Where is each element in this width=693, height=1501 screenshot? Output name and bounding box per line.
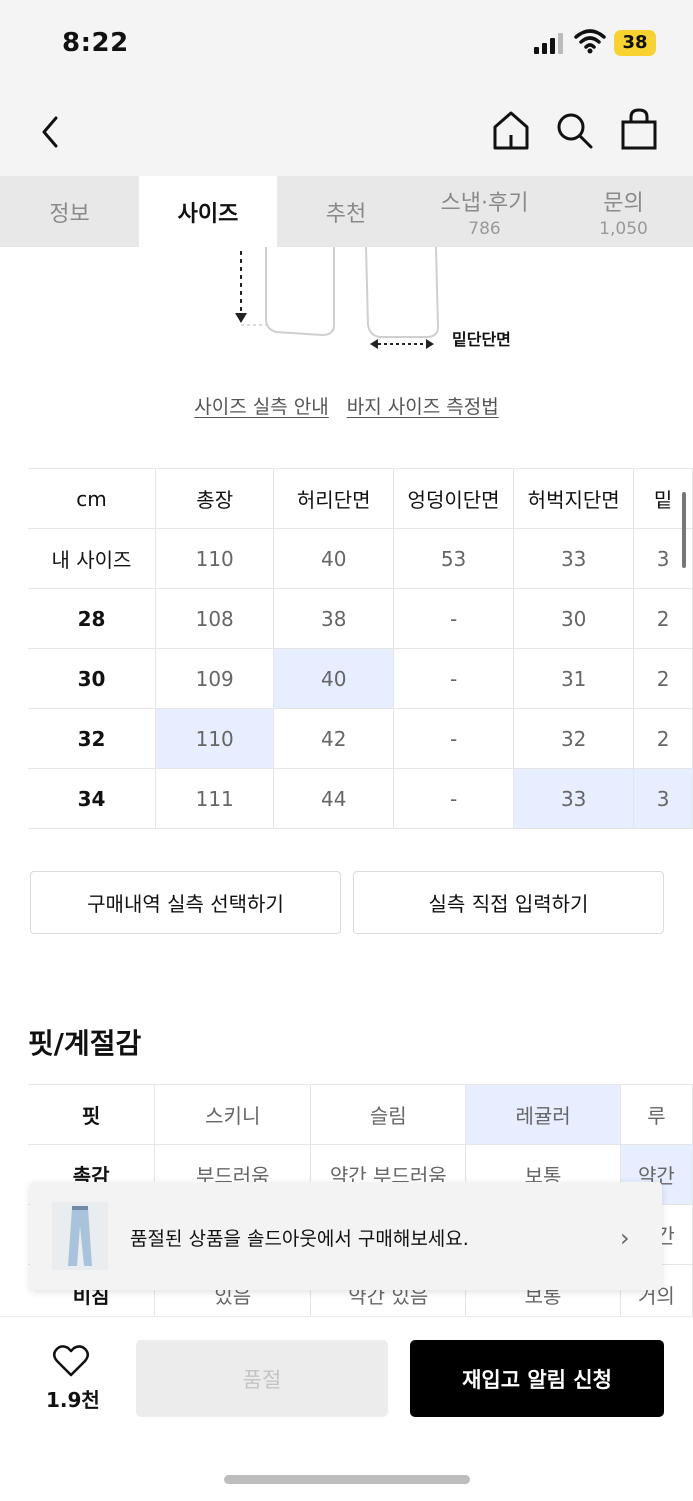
table-cell: 40 <box>273 528 394 589</box>
tab-info[interactable]: 정보 <box>0 176 139 247</box>
tab-size[interactable]: 사이즈 <box>139 176 277 247</box>
row-label: 내 사이즈 <box>28 528 156 589</box>
row-label: 28 <box>28 588 156 649</box>
soldout-promo-banner[interactable]: 품절된 상품을 솔드아웃에서 구매해보세요. › <box>30 1182 662 1290</box>
table-cell: 108 <box>154 588 275 649</box>
home-icon[interactable] <box>492 110 530 150</box>
header-cell: cm <box>28 468 156 529</box>
table-cell: 32 <box>513 708 635 769</box>
table-cell-highlighted: 40 <box>273 648 394 709</box>
tab-label: 문의 <box>603 190 644 216</box>
size-links: 사이즈 실측 안내 바지 사이즈 측정법 <box>0 392 693 419</box>
banner-text: 품절된 상품을 솔드아웃에서 구매해보세요. <box>130 1228 469 1250</box>
size-guide-link[interactable]: 사이즈 실측 안내 <box>194 396 328 418</box>
table-row: 28 108 38 - 30 2 <box>28 588 693 649</box>
signal-icon <box>534 33 563 54</box>
tab-bar: 정보 사이즈 추천 스냅·후기 786 문의 1,050 <box>0 176 693 247</box>
restock-alert-button[interactable]: 재입고 알림 신청 <box>410 1340 664 1417</box>
table-row: 30 109 40 - 31 2 <box>28 648 693 709</box>
horizontal-scroll-indicator[interactable] <box>682 492 686 568</box>
table-cell: 110 <box>154 528 275 589</box>
chevron-right-icon: › <box>620 1224 630 1252</box>
tab-count: 1,050 <box>599 218 648 239</box>
row-label: 34 <box>28 768 156 829</box>
back-chevron-icon[interactable] <box>38 114 62 150</box>
table-cell-highlighted: 33 <box>513 768 635 829</box>
table-header-row: cm 총장 허리단면 엉덩이단면 허벅지단면 밑 <box>28 468 693 529</box>
table-cell-highlighted: 레귤러 <box>465 1084 621 1145</box>
table-cell: 루 <box>619 1084 693 1145</box>
section-title: 핏/계절감 <box>28 1027 142 1060</box>
table-cell: 2 <box>633 708 693 769</box>
heart-icon[interactable] <box>52 1344 90 1378</box>
table-cell: 30 <box>513 588 635 649</box>
header-cell: 허벅지단면 <box>513 468 635 529</box>
table-cell: - <box>392 708 515 769</box>
table-cell: - <box>392 768 515 829</box>
table-cell: 109 <box>154 648 275 709</box>
shopping-bag-icon[interactable] <box>620 108 658 150</box>
tab-label: 사이즈 <box>177 201 239 227</box>
table-cell: 슬림 <box>310 1084 467 1145</box>
search-icon[interactable] <box>556 112 594 150</box>
hem-width-label: 밑단단면 <box>452 330 511 349</box>
product-thumbnail <box>52 1202 108 1270</box>
like-count: 1.9천 <box>46 1388 100 1412</box>
table-row: 핏 스키니 슬림 레귤러 루 <box>28 1084 693 1145</box>
table-row: 내 사이즈 110 40 53 33 3 <box>28 528 693 589</box>
direct-input-measure-button[interactable]: 실측 직접 입력하기 <box>353 871 664 934</box>
tab-label: 추천 <box>325 201 367 227</box>
row-label: 32 <box>28 708 156 769</box>
row-label: 30 <box>28 648 156 709</box>
header-cell: 총장 <box>154 468 275 529</box>
table-cell-highlighted: 3 <box>633 768 693 829</box>
purchase-history-measure-button[interactable]: 구매내역 실측 선택하기 <box>30 871 341 934</box>
tab-count: 786 <box>468 218 501 239</box>
table-cell: 31 <box>513 648 635 709</box>
table-cell: 2 <box>633 588 693 649</box>
table-row: 32 110 42 - 32 2 <box>28 708 693 769</box>
measure-method-link[interactable]: 바지 사이즈 측정법 <box>347 396 499 418</box>
table-cell: 33 <box>513 528 635 589</box>
status-time: 8:22 <box>62 28 129 58</box>
header-cell: 허리단면 <box>273 468 394 529</box>
table-cell: 스키니 <box>154 1084 312 1145</box>
table-cell: - <box>392 648 515 709</box>
table-cell: 2 <box>633 648 693 709</box>
size-table: cm 총장 허리단면 엉덩이단면 허벅지단면 밑 내 사이즈 110 40 53… <box>28 468 693 829</box>
tab-snap-review[interactable]: 스냅·후기 786 <box>415 176 554 247</box>
table-cell: - <box>392 588 515 649</box>
table-cell: 38 <box>273 588 394 649</box>
table-cell: 44 <box>273 768 394 829</box>
tab-label: 스냅·후기 <box>440 190 529 216</box>
table-cell: 53 <box>392 528 515 589</box>
header-cell: 엉덩이단면 <box>392 468 515 529</box>
tab-recommend[interactable]: 추천 <box>277 176 415 247</box>
table-cell-highlighted: 110 <box>154 708 275 769</box>
nav-bar <box>0 90 693 176</box>
tab-label: 정보 <box>49 201 90 227</box>
row-label: 핏 <box>28 1084 156 1145</box>
soldout-button[interactable]: 품절 <box>136 1340 388 1417</box>
tab-inquiry[interactable]: 문의 1,050 <box>554 176 693 247</box>
table-row: 34 111 44 - 33 3 <box>28 768 693 829</box>
table-cell: 42 <box>273 708 394 769</box>
table-cell: 111 <box>154 768 275 829</box>
battery-indicator: 38 <box>614 30 656 56</box>
home-indicator <box>224 1475 470 1484</box>
wifi-icon <box>574 29 606 54</box>
